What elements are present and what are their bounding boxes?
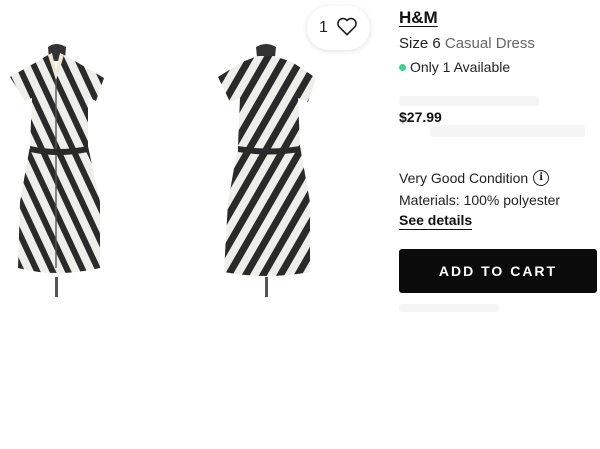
product-image-back[interactable] bbox=[210, 0, 330, 300]
favorite-count: 1 bbox=[319, 19, 328, 36]
see-details-link[interactable]: See details bbox=[399, 212, 473, 230]
condition: Very Good Condition i bbox=[399, 170, 550, 186]
condition-text: Very Good Condition bbox=[399, 170, 529, 186]
brand-link[interactable]: H&M bbox=[399, 8, 438, 28]
blurred-placeholder bbox=[430, 125, 585, 137]
dress-back-illustration bbox=[218, 44, 316, 297]
status-dot-icon bbox=[399, 63, 406, 71]
blurred-placeholder bbox=[399, 304, 499, 312]
materials: Materials: 100% polyester bbox=[399, 192, 561, 208]
heart-icon bbox=[336, 16, 358, 41]
dress-front-illustration bbox=[10, 44, 104, 297]
add-to-cart-button[interactable]: ADD TO CART bbox=[399, 249, 597, 293]
category-label: Casual Dress bbox=[444, 35, 535, 52]
price: $27.99 bbox=[399, 109, 442, 125]
blurred-placeholder bbox=[399, 96, 539, 106]
info-icon[interactable]: i bbox=[533, 170, 550, 186]
product-image-front[interactable] bbox=[0, 0, 120, 300]
size-category-line: Size 6 Casual Dress bbox=[399, 35, 535, 52]
availability: Only 1 Available bbox=[399, 59, 510, 75]
availability-text: Only 1 Available bbox=[410, 59, 511, 75]
size-label: Size 6 bbox=[399, 35, 441, 52]
favorite-button[interactable]: 1 bbox=[307, 6, 370, 50]
